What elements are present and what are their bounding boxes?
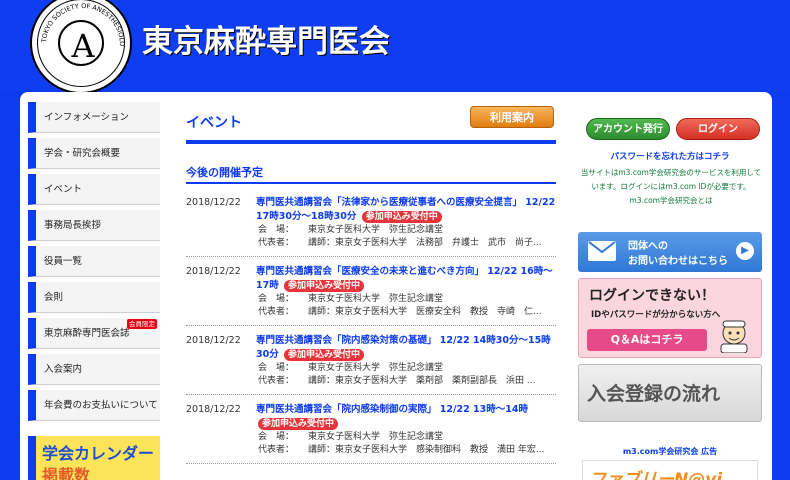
envelope-icon bbox=[588, 241, 616, 261]
forgot-password-link[interactable]: パスワードを忘れた方はコチラ bbox=[578, 150, 762, 162]
contact-banner[interactable]: 団体への お問い合わせはこちら ▶ bbox=[578, 232, 762, 272]
contact-banner-line2: お問い合わせはこちら bbox=[628, 256, 728, 267]
section-divider bbox=[186, 182, 556, 184]
login-button[interactable]: ログイン bbox=[676, 118, 760, 140]
chevron-right-icon: ▶ bbox=[736, 242, 754, 260]
event-title-link[interactable]: 専門医共通講習会「医療安全の未来と進むべき方向」 12/22 16時～17時 参… bbox=[256, 265, 556, 293]
event-list: 2018/12/22 専門医共通講習会「法律家から医療従事者への医療安全提言」 … bbox=[186, 196, 556, 472]
calendar-banner[interactable]: 学会カレンダー 掲載数 bbox=[28, 436, 160, 480]
event-date: 2018/12/22 bbox=[186, 266, 241, 277]
logo-emblem-icon: A TOKYO SOCIETY OF ANESTHESIOLOGISTS bbox=[32, 0, 126, 65]
sidebar-item-journal[interactable]: 東京麻酔専門医会誌 会員限定 bbox=[28, 318, 160, 349]
event-representative: 講師：東京女子医科大学 感染制御科 教授 満田 年宏... bbox=[308, 445, 545, 455]
sidebar-item-label: 事務局長挨拶 bbox=[44, 220, 102, 231]
event-date: 2018/12/22 bbox=[186, 197, 241, 208]
sidebar-item-annual-fee[interactable]: 年会費のお支払いについて bbox=[28, 390, 160, 421]
representative-label: 代表者： bbox=[258, 376, 295, 386]
event-title-link[interactable]: 専門医共通講習会「院内感染対策の基礎」 12/22 14時30分～15時30分 … bbox=[256, 334, 556, 362]
sidebar-item-information[interactable]: インフォメーション bbox=[28, 102, 160, 133]
representative-label: 代表者： bbox=[258, 445, 295, 455]
m3-service-note: 当サイトはm3.com学会研究会のサービスを利用しています。ログインにはm3.c… bbox=[580, 168, 762, 205]
representative-label: 代表者： bbox=[258, 307, 295, 317]
login-trouble-heading: ログインできない！ bbox=[589, 288, 715, 304]
sidebar-item-label: 役員一覧 bbox=[44, 256, 83, 267]
sidebar-item-label: 会則 bbox=[44, 292, 64, 303]
sidebar-item-events[interactable]: イベント bbox=[28, 174, 160, 205]
event-venue: 東京女子医科大学 弥生記念講堂 bbox=[308, 432, 444, 442]
qa-button[interactable]: Q＆Aはコチラ bbox=[587, 329, 707, 351]
sidebar-nav: インフォメーション 学会・研究会概要 イベント 事務局長挨拶 役員一覧 会則 東… bbox=[28, 102, 160, 426]
event-representative: 講師：東京女子医科大学 法務部 弁護士 武市 尚子... bbox=[308, 238, 542, 248]
site-header: A TOKYO SOCIETY OF ANESTHESIOLOGISTS 東京麻… bbox=[0, 0, 790, 94]
event-representative: 講師：東京女子医科大学 医療安全科 教授 寺崎 仁... bbox=[308, 307, 542, 317]
doctor-icon bbox=[720, 320, 748, 353]
join-flow-label: 入会登録の流れ bbox=[587, 383, 721, 405]
sidebar-item-bylaws[interactable]: 会則 bbox=[28, 282, 160, 313]
ad-banner-text: ファブリーN@vi bbox=[589, 470, 723, 480]
status-badge: 参加申込み受付中 bbox=[284, 349, 365, 361]
venue-label: 会 場： bbox=[258, 432, 295, 442]
calendar-banner-title: 学会カレンダー bbox=[42, 444, 155, 463]
representative-label: 代表者： bbox=[258, 238, 295, 248]
society-logo[interactable]: A TOKYO SOCIETY OF ANESTHESIOLOGISTS bbox=[30, 0, 132, 94]
event-date: 2018/12/22 bbox=[186, 335, 241, 346]
title-divider bbox=[186, 140, 556, 144]
event-venue: 東京女子医科大学 弥生記念講堂 bbox=[308, 363, 444, 373]
event-title-link[interactable]: 専門医共通講習会「法律家から医療従事者への医療安全提言」 12/22 17時30… bbox=[256, 196, 556, 224]
sidebar-item-label: 東京麻酔専門医会誌 bbox=[44, 328, 130, 339]
list-item: 2018/12/22 専門医共通講習会「院内感染制御の実際」 12/22 13時… bbox=[186, 403, 556, 464]
venue-label: 会 場： bbox=[258, 363, 295, 373]
sidebar-item-label: 年会費のお支払いについて bbox=[44, 400, 158, 411]
sidebar-item-officers[interactable]: 役員一覧 bbox=[28, 246, 160, 277]
venue-label: 会 場： bbox=[258, 225, 295, 235]
ad-banner[interactable]: ファブリーN@vi bbox=[582, 460, 758, 480]
list-item: 2018/12/22 専門医共通講習会「医療安全の未来と進むべき方向」 12/2… bbox=[186, 265, 556, 326]
main-content: イベント 利用案内 今後の開催予定 2018/12/22 専門医共通講習会「法律… bbox=[186, 106, 556, 464]
login-trouble-banner[interactable]: ログインできない！ IDやパスワードが分からない方へ Q＆Aはコチラ bbox=[578, 278, 762, 358]
event-venue: 東京女子医科大学 弥生記念講堂 bbox=[308, 294, 444, 304]
account-issue-button[interactable]: アカウント発行 bbox=[586, 118, 670, 140]
sidebar-item-label: イベント bbox=[44, 184, 83, 195]
venue-label: 会 場： bbox=[258, 294, 295, 304]
section-title: 今後の開催予定 bbox=[186, 166, 263, 179]
sidebar-item-label: 学会・研究会概要 bbox=[44, 148, 121, 159]
list-item: 2018/12/22 専門医共通講習会「法律家から医療従事者への医療安全提言」 … bbox=[186, 196, 556, 257]
list-item: 2018/12/22 専門医共通講習会「院内感染対策の基礎」 12/22 14時… bbox=[186, 334, 556, 395]
svg-text:A: A bbox=[70, 27, 95, 65]
sidebar-item-overview[interactable]: 学会・研究会概要 bbox=[28, 138, 160, 169]
sidebar-item-label: 入会案内 bbox=[44, 364, 83, 375]
ad-label: m3.com学会研究会 広告 bbox=[622, 447, 718, 456]
event-representative: 講師：東京女子医科大学 薬剤部 薬剤副部長 浜田 ... bbox=[308, 376, 536, 386]
event-title[interactable]: 専門医共通講習会「院内感染制御の実際」 12/22 13時～14時 bbox=[256, 404, 528, 415]
event-date: 2018/12/22 bbox=[186, 404, 241, 415]
sidebar-item-greeting[interactable]: 事務局長挨拶 bbox=[28, 210, 160, 241]
site-title[interactable]: 東京麻酔専門医会 bbox=[142, 16, 390, 61]
login-trouble-subtext: IDやパスワードが分からない方へ bbox=[591, 310, 721, 320]
contact-banner-line1: 団体への bbox=[628, 241, 668, 252]
event-venue: 東京女子医科大学 弥生記念講堂 bbox=[308, 225, 444, 235]
join-flow-banner[interactable]: 入会登録の流れ bbox=[578, 364, 762, 422]
calendar-banner-subtitle: 掲載数 bbox=[42, 466, 91, 480]
sidebar-item-join[interactable]: 入会案内 bbox=[28, 354, 160, 385]
status-badge: 参加申込み受付中 bbox=[284, 280, 365, 292]
status-badge: 参加申込み受付中 bbox=[361, 211, 442, 223]
usage-guide-button[interactable]: 利用案内 bbox=[470, 106, 554, 128]
sidebar-item-label: インフォメーション bbox=[44, 112, 130, 123]
event-title-link[interactable]: 専門医共通講習会「院内感染制御の実際」 12/22 13時～14時 参加申込み受… bbox=[256, 403, 556, 431]
members-only-badge: 会員限定 bbox=[127, 319, 157, 329]
status-badge: 参加申込み受付中 bbox=[258, 418, 339, 430]
